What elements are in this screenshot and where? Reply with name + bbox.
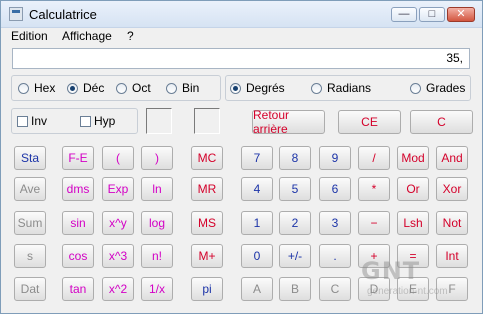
window-title: Calculatrice <box>29 7 97 22</box>
minimize-button[interactable]: — <box>391 7 417 22</box>
sci-button-1-1[interactable]: Exp <box>102 177 134 201</box>
num-button-2-0[interactable]: 1 <box>241 211 273 235</box>
num-button-0-3[interactable]: / <box>358 146 390 170</box>
radio-grades[interactable]: Grades <box>410 80 465 96</box>
num-button-0-1[interactable]: 8 <box>279 146 311 170</box>
radio-bin-dot <box>166 82 177 94</box>
memory-button-1[interactable]: MR <box>191 177 223 201</box>
radio-bin[interactable]: Bin <box>166 80 199 96</box>
inv-checkbox[interactable]: Inv <box>17 114 47 128</box>
maximize-button[interactable]: □ <box>419 7 445 22</box>
radio-degres[interactable]: Degrés <box>230 80 285 96</box>
inv-checkbox-box <box>17 115 28 127</box>
sci-button-1-0[interactable]: dms <box>62 177 94 201</box>
sci-button-1-2[interactable]: ln <box>141 177 173 201</box>
sci-button-0-1[interactable]: ( <box>102 146 134 170</box>
num-button-3-0[interactable]: 0 <box>241 244 273 268</box>
sci-button-3-2[interactable]: n! <box>141 244 173 268</box>
result-display: 35, <box>12 48 470 69</box>
radio-dec-label: Déc <box>83 81 105 95</box>
backspace-button[interactable]: Retour arrière <box>252 108 325 136</box>
memory-button-3[interactable]: M+ <box>191 244 223 268</box>
radio-radians-label: Radians <box>327 81 372 95</box>
calculator-icon <box>9 7 23 21</box>
radio-radians-dot <box>311 82 322 94</box>
stat-button-2[interactable]: Sum <box>14 211 46 235</box>
radio-hex[interactable]: Hex <box>18 80 55 96</box>
radio-oct-label: Oct <box>132 81 151 95</box>
radio-grades-label: Grades <box>426 81 466 95</box>
num-button-0-5[interactable]: And <box>436 146 468 170</box>
num-button-3-1[interactable]: +/- <box>279 244 311 268</box>
num-button-1-4[interactable]: Or <box>397 177 429 201</box>
sci-button-2-0[interactable]: sin <box>62 211 94 235</box>
stat-button-0[interactable]: Sta <box>14 146 46 170</box>
num-button-2-5[interactable]: Not <box>436 211 468 235</box>
hyp-checkbox-box <box>80 115 91 127</box>
sci-button-0-2[interactable]: ) <box>141 146 173 170</box>
num-button-1-3[interactable]: * <box>358 177 390 201</box>
num-button-3-2[interactable]: . <box>319 244 351 268</box>
bracket-indicator <box>146 108 172 134</box>
gnt-watermark: GNT generation-nt.com <box>361 257 476 307</box>
memory-button-4[interactable]: pi <box>191 277 223 301</box>
hyp-checkbox[interactable]: Hyp <box>80 114 115 128</box>
num-button-1-0[interactable]: 4 <box>241 177 273 201</box>
sci-button-2-1[interactable]: x^y <box>102 211 134 235</box>
menu-help[interactable]: ? <box>127 29 134 43</box>
radio-oct-dot <box>116 82 127 94</box>
memory-button-0[interactable]: MC <box>191 146 223 170</box>
c-button[interactable]: C <box>410 110 473 134</box>
menu-bar: Edition Affichage ? <box>1 28 482 46</box>
sci-button-4-2[interactable]: 1/x <box>141 277 173 301</box>
radio-degres-label: Degrés <box>246 81 285 95</box>
menu-edition[interactable]: Edition <box>11 29 48 43</box>
radio-dec-dot <box>67 82 78 94</box>
num-button-0-0[interactable]: 7 <box>241 146 273 170</box>
num-button-2-1[interactable]: 2 <box>279 211 311 235</box>
num-button-0-4[interactable]: Mod <box>397 146 429 170</box>
radio-oct[interactable]: Oct <box>116 80 151 96</box>
hyp-checkbox-label: Hyp <box>94 114 116 128</box>
sci-button-4-1[interactable]: x^2 <box>102 277 134 301</box>
memory-button-2[interactable]: MS <box>191 211 223 235</box>
memory-indicator <box>194 108 220 134</box>
num-button-2-2[interactable]: 3 <box>319 211 351 235</box>
num-button-4-1[interactable]: B <box>279 277 311 301</box>
sci-button-3-0[interactable]: cos <box>62 244 94 268</box>
title-bar[interactable]: Calculatrice — □ ✕ <box>1 1 482 28</box>
sci-button-4-0[interactable]: tan <box>62 277 94 301</box>
radio-dec[interactable]: Déc <box>67 80 104 96</box>
radio-hex-label: Hex <box>34 81 56 95</box>
radio-bin-label: Bin <box>182 81 200 95</box>
calculator-window: Calculatrice — □ ✕ Edition Affichage ? 3… <box>0 0 483 314</box>
num-button-2-3[interactable]: − <box>358 211 390 235</box>
ce-button[interactable]: CE <box>338 110 401 134</box>
watermark-logo: GNT <box>361 257 421 285</box>
stat-button-3[interactable]: s <box>14 244 46 268</box>
stat-button-1[interactable]: Ave <box>14 177 46 201</box>
sci-button-0-0[interactable]: F-E <box>62 146 94 170</box>
watermark-url: generation-nt.com <box>367 286 448 297</box>
menu-affichage[interactable]: Affichage <box>62 29 112 43</box>
close-button[interactable]: ✕ <box>447 7 475 22</box>
num-button-0-2[interactable]: 9 <box>319 146 351 170</box>
radio-grades-dot <box>410 82 421 94</box>
radio-hex-dot <box>18 82 29 94</box>
num-button-2-4[interactable]: Lsh <box>397 211 429 235</box>
num-button-4-0[interactable]: A <box>241 277 273 301</box>
sci-button-2-2[interactable]: log <box>141 211 173 235</box>
num-button-1-5[interactable]: Xor <box>436 177 468 201</box>
sci-button-3-1[interactable]: x^3 <box>102 244 134 268</box>
inv-checkbox-label: Inv <box>31 114 48 128</box>
radio-radians[interactable]: Radians <box>311 80 371 96</box>
radio-degres-dot <box>230 82 241 94</box>
num-button-1-2[interactable]: 6 <box>319 177 351 201</box>
num-button-1-1[interactable]: 5 <box>279 177 311 201</box>
num-button-4-2[interactable]: C <box>319 277 351 301</box>
stat-button-4[interactable]: Dat <box>14 277 46 301</box>
